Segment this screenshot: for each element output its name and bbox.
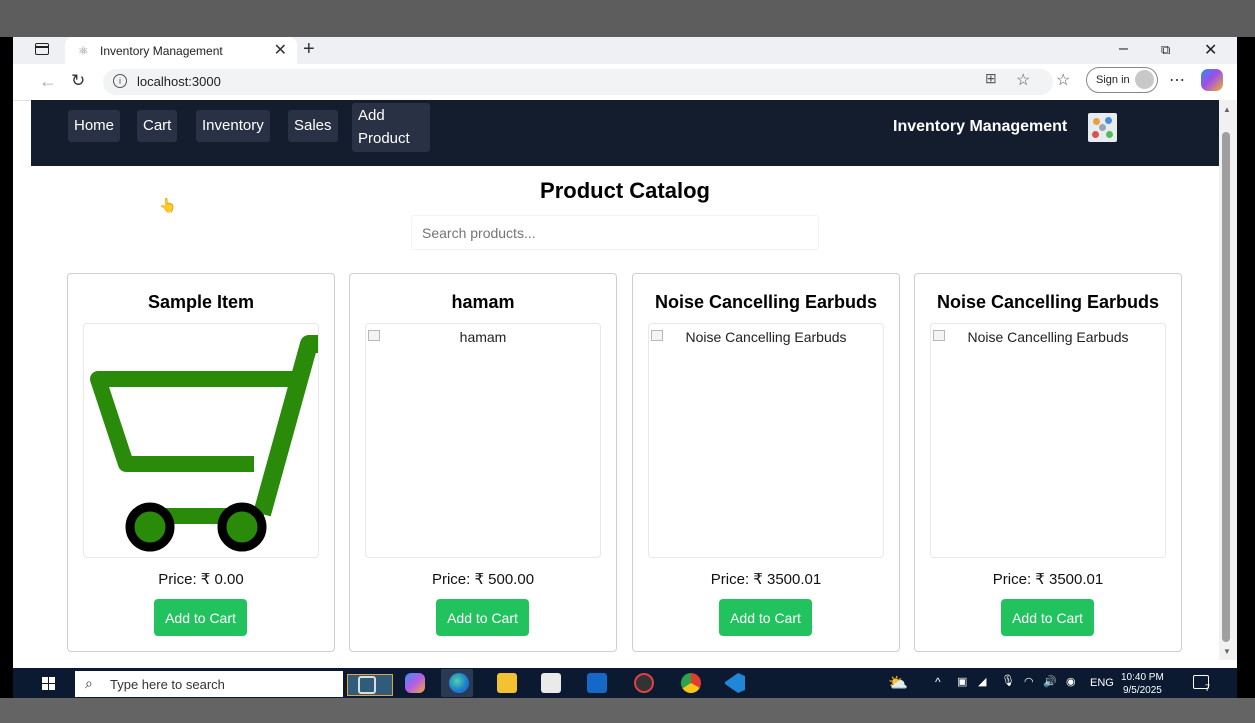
chrome-icon[interactable] — [681, 673, 701, 693]
recording-top-band — [0, 0, 1255, 37]
minimize-button[interactable]: – — [1119, 40, 1128, 58]
scrollbar-thumb[interactable] — [1222, 132, 1230, 642]
image-alt-text: Noise Cancelling Earbuds — [967, 329, 1129, 345]
wifi-icon[interactable]: ◠ — [1024, 675, 1034, 688]
screen: ⚛ Inventory Management ✕ + – ⧉ ✕ ← ↻ i l… — [13, 37, 1237, 698]
copilot-app-icon[interactable] — [405, 673, 425, 693]
tray-chevron-icon[interactable]: ^ — [935, 675, 941, 689]
image-alt-text: hamam — [459, 329, 507, 345]
copilot-icon[interactable] — [1201, 69, 1223, 91]
vscode-icon[interactable] — [725, 673, 745, 693]
favorite-star-icon[interactable]: ☆ — [1016, 70, 1030, 90]
product-image: Noise Cancelling Earbuds — [930, 323, 1166, 558]
search-input[interactable] — [411, 215, 819, 250]
product-price: Price: ₹ 500.00 — [431, 571, 535, 588]
address-bar-row: ← ↻ i localhost:3000 ⊞ ☆ ☆ Sign in ⋯ — [13, 64, 1237, 101]
recording-bottom-band — [0, 698, 1255, 723]
outlook-icon[interactable] — [587, 673, 607, 693]
brand-title: Inventory Management — [893, 118, 1068, 135]
windows-start-icon[interactable] — [42, 677, 55, 690]
refresh-icon[interactable]: ↻ — [71, 71, 85, 91]
task-view-icon[interactable] — [358, 676, 376, 694]
clock-date: 9/5/2025 — [1122, 685, 1162, 696]
weather-icon[interactable]: ⛅ — [888, 673, 908, 693]
sign-in-label: Sign in — [1096, 74, 1130, 86]
restore-button[interactable]: ⧉ — [1161, 42, 1170, 58]
tab-actions-icon[interactable] — [35, 43, 49, 55]
file-explorer-icon[interactable] — [497, 673, 517, 693]
product-image: Noise Cancelling Earbuds — [648, 323, 884, 558]
microsoft-store-icon[interactable] — [541, 673, 561, 693]
product-card: hamam hamam Price: ₹ 500.00 Add to Cart — [349, 273, 617, 652]
site-info-icon[interactable]: i — [113, 74, 127, 88]
more-menu-icon[interactable]: ⋯ — [1169, 70, 1185, 90]
recording-app-icon[interactable] — [634, 673, 654, 693]
window-close-button[interactable]: ✕ — [1204, 40, 1217, 60]
taskbar-clock[interactable]: 10:40 PM 9/5/2025 — [1121, 671, 1164, 697]
browser-tab-strip: ⚛ Inventory Management ✕ + – ⧉ ✕ — [13, 37, 1237, 64]
new-tab-button[interactable]: + — [303, 38, 315, 61]
product-price: Price: ₹ 3500.01 — [992, 571, 1104, 588]
product-name: Sample Item — [147, 292, 255, 312]
vpn-icon[interactable]: ◉ — [1066, 675, 1076, 688]
microphone-icon[interactable]: 🎙 — [1001, 674, 1015, 687]
language-indicator[interactable]: ENG — [1090, 677, 1114, 689]
camera-icon[interactable]: ◢ — [978, 675, 986, 688]
page-title: Product Catalog — [540, 178, 710, 203]
nav-add-product[interactable]: Add Product — [352, 103, 430, 152]
shopping-cart-icon — [90, 335, 318, 552]
taskbar-search-box[interactable]: ⌕ Type here to search — [75, 671, 393, 697]
nav-cart[interactable]: Cart — [137, 110, 178, 142]
read-aloud-icon[interactable]: ⊞ — [985, 70, 997, 87]
favorites-list-icon[interactable]: ☆ — [1056, 70, 1070, 90]
recording-left-border — [0, 37, 13, 698]
notification-count: 7 — [1205, 683, 1211, 693]
app-navbar: Home Cart Inventory Sales Add Product In… — [31, 100, 1219, 166]
edge-browser-icon[interactable] — [449, 673, 469, 693]
nav-sales[interactable]: Sales — [288, 110, 338, 142]
url-field[interactable]: i localhost:3000 — [103, 69, 1053, 95]
taskbar-search-placeholder: Type here to search — [110, 677, 225, 692]
product-card: Noise Cancelling Earbuds Noise Cancellin… — [914, 273, 1182, 652]
volume-icon[interactable]: 🔊 — [1043, 675, 1057, 688]
product-name: Noise Cancelling Earbuds — [936, 292, 1160, 312]
profile-avatar-icon — [1135, 70, 1154, 89]
windows-taskbar: ⌕ Type here to search ⛅ ^ ▣ ◢ 🎙 ◠ 🔊 ◉ EN… — [13, 668, 1237, 698]
nav-inventory[interactable]: Inventory — [196, 110, 270, 142]
brand-logo-icon — [1088, 113, 1117, 142]
product-image — [83, 323, 319, 558]
product-card: Sample Item Price: ₹ 0.00 Add to Cart — [67, 273, 335, 652]
scroll-up-icon[interactable]: ▲ — [1223, 105, 1231, 114]
meet-now-icon[interactable]: ▣ — [957, 675, 967, 688]
react-favicon-icon: ⚛ — [78, 44, 89, 58]
add-to-cart-button[interactable]: Add to Cart — [154, 599, 247, 636]
product-image: hamam — [365, 323, 601, 558]
image-alt-text: Noise Cancelling Earbuds — [685, 329, 847, 345]
product-name: Noise Cancelling Earbuds — [654, 292, 878, 312]
product-name: hamam — [451, 292, 515, 312]
mouse-pointer-icon: 👆 — [159, 197, 177, 213]
recording-right-border — [1237, 37, 1255, 698]
product-price: Price: ₹ 0.00 — [158, 571, 244, 588]
add-to-cart-button[interactable]: Add to Cart — [436, 599, 529, 636]
search-icon: ⌕ — [85, 675, 93, 691]
add-to-cart-button[interactable]: Add to Cart — [719, 599, 812, 636]
tab-close-icon[interactable]: ✕ — [274, 40, 287, 60]
scroll-down-icon[interactable]: ▼ — [1223, 647, 1231, 656]
sign-in-button[interactable]: Sign in — [1086, 67, 1158, 93]
clock-time: 10:40 PM — [1121, 672, 1164, 683]
nav-home[interactable]: Home — [68, 110, 121, 142]
product-card: Noise Cancelling Earbuds Noise Cancellin… — [632, 273, 900, 652]
product-price: Price: ₹ 3500.01 — [710, 571, 822, 588]
url-text: localhost:3000 — [137, 74, 221, 89]
tab-title: Inventory Management — [100, 44, 223, 58]
add-to-cart-button[interactable]: Add to Cart — [1001, 599, 1094, 636]
browser-tab[interactable]: ⚛ Inventory Management ✕ — [65, 37, 297, 64]
back-arrow-icon[interactable]: ← — [39, 71, 57, 92]
